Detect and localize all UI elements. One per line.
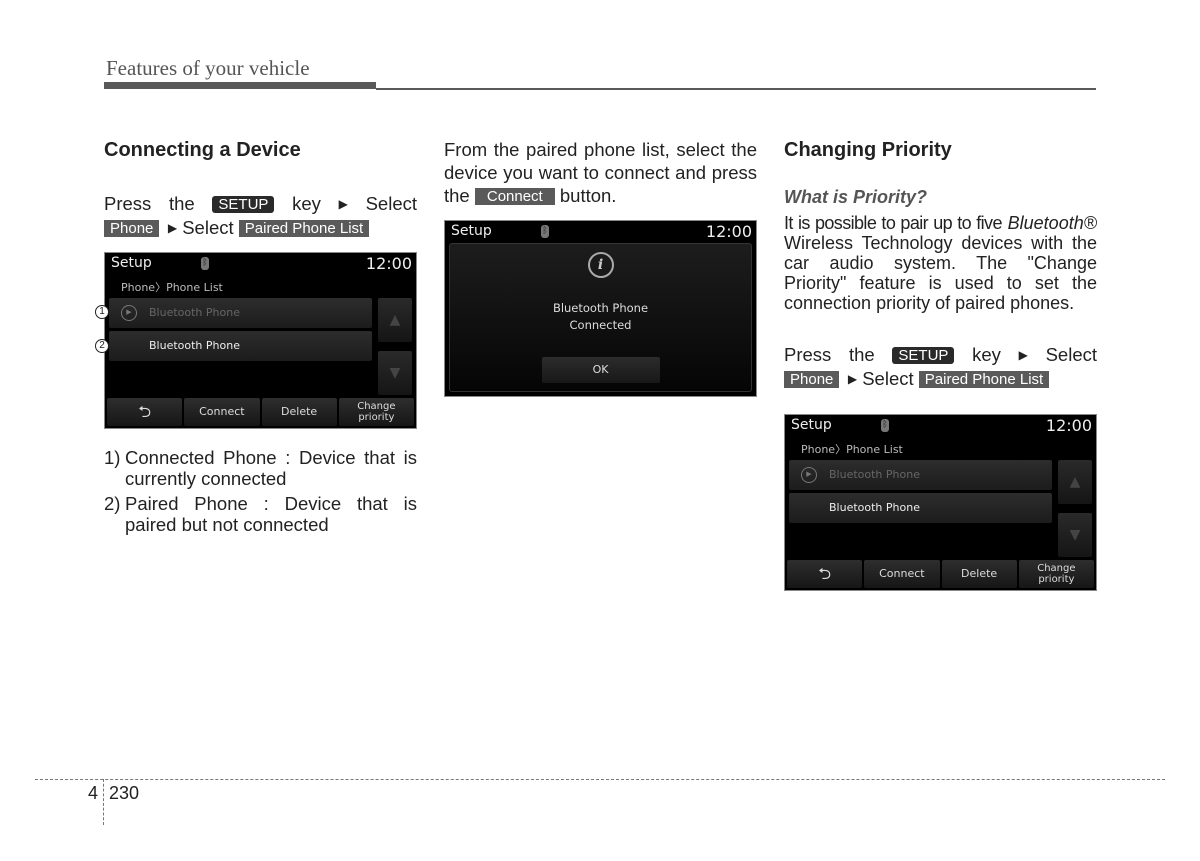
connect-button[interactable]: Connect: [184, 398, 260, 426]
info-icon: i: [587, 252, 614, 278]
footer-vertical-divider: [103, 779, 104, 825]
header-rule: [376, 88, 1096, 90]
screen-title: Setup: [791, 417, 832, 433]
scroll-up-button[interactable]: ▲: [1058, 460, 1092, 504]
text: Wireless Technology devices with the car…: [784, 233, 1097, 313]
screen-title: Setup: [451, 223, 492, 239]
text: Select: [365, 193, 417, 214]
bluetooth-icon: ᛒ: [201, 257, 209, 270]
list-item-label: Bluetooth Phone: [829, 501, 920, 514]
chapter-number: 4: [88, 783, 99, 803]
phone-list-screen: Setup ᛒ 12:00 Phone〉Phone List ▶ Bluetoo…: [104, 252, 417, 429]
clock: 12:00: [365, 254, 412, 273]
header-bar: [104, 82, 376, 89]
setup-key-badge: SETUP: [212, 196, 275, 213]
list-item-connected-phone[interactable]: ▶ Bluetooth Phone: [109, 298, 372, 328]
priority-paragraph: It is possible to pair up to five Blueto…: [784, 213, 1097, 313]
scroll-up-button[interactable]: ▲: [378, 298, 412, 342]
notes-list: 1) Connected Phone : Device that is curre…: [104, 447, 417, 535]
clock: 12:00: [705, 222, 752, 241]
text: Select: [1045, 344, 1097, 365]
dialog-message: Bluetooth Phone Connected: [450, 300, 751, 334]
play-icon: ▶: [121, 305, 137, 321]
list-item-label: Bluetooth Phone: [149, 306, 240, 319]
instruction-line-2: Phone ▶ Select Paired Phone List: [104, 216, 417, 240]
section-heading: Changing Priority: [784, 139, 952, 161]
play-icon: ▶: [801, 467, 817, 483]
note-item: 2) Paired Phone : Device that is paired b…: [104, 493, 417, 535]
paired-phone-list-badge: Paired Phone List: [238, 220, 370, 237]
note-text: Paired Phone : Device that is paired but…: [125, 493, 417, 535]
callout-1: 1: [95, 305, 109, 319]
header-title: Features of your vehicle: [106, 56, 310, 80]
text: key: [972, 344, 1001, 365]
footer-divider: [35, 779, 1165, 780]
clock: 12:00: [1045, 416, 1092, 435]
instruction-paragraph: From the paired phone list, select the d…: [444, 138, 757, 207]
list-item-paired-phone[interactable]: Bluetooth Phone: [109, 331, 372, 361]
bluetooth-trademark: Bluetooth®: [1007, 213, 1097, 233]
breadcrumb: Phone〉Phone List: [801, 443, 903, 456]
column-connect-instructions: From the paired phone list, select the d…: [444, 138, 757, 207]
instruction-line-1: Press the SETUP key ▶ Select: [104, 192, 417, 216]
list-item-label: Bluetooth Phone: [149, 339, 240, 352]
connect-key-badge: Connect: [474, 188, 555, 205]
arrow-right-icon: ▶: [338, 197, 348, 211]
ok-button[interactable]: OK: [541, 357, 660, 383]
arrow-right-icon: ▶: [1018, 348, 1028, 362]
bluetooth-icon: ᛒ: [541, 225, 549, 238]
label: priority: [358, 412, 395, 423]
delete-button[interactable]: Delete: [941, 560, 1017, 588]
column-changing-priority: Changing Priority What is Priority? It i…: [784, 138, 1097, 391]
message-line: Bluetooth Phone: [552, 301, 649, 315]
note-number: 1): [104, 447, 121, 468]
page-number: 230: [109, 783, 140, 803]
text: Select: [182, 217, 234, 238]
change-priority-button[interactable]: Change priority: [338, 398, 414, 426]
scroll-down-button[interactable]: ▼: [1058, 513, 1092, 557]
back-button[interactable]: ⮌: [107, 398, 183, 426]
note-item: 1) Connected Phone : Device that is curre…: [104, 447, 417, 489]
text: From the paired phone list, select the d…: [444, 139, 757, 183]
text: Press the: [784, 344, 875, 365]
column-connecting-device: Connecting a Device Press the SETUP key …: [104, 138, 417, 240]
arrow-right-icon: ▶: [844, 372, 858, 386]
label: Change: [357, 401, 396, 412]
list-item-paired-phone[interactable]: Bluetooth Phone: [789, 493, 1052, 523]
text: Select: [862, 368, 914, 389]
list-item-connected-phone[interactable]: ▶ Bluetooth Phone: [789, 460, 1052, 490]
arrow-right-icon: ▶: [164, 221, 178, 235]
paired-phone-list-badge: Paired Phone List: [918, 371, 1050, 388]
back-button[interactable]: ⮌: [787, 560, 863, 588]
phone-key-badge: Phone: [104, 220, 160, 237]
screen-title: Setup: [111, 255, 152, 271]
change-priority-button[interactable]: Change priority: [1018, 560, 1094, 588]
text: button.: [559, 185, 617, 206]
label: priority: [1038, 574, 1075, 585]
phone-list-screen-priority: Setup ᛒ 12:00 Phone〉Phone List ▶ Bluetoo…: [784, 414, 1097, 591]
breadcrumb: Phone〉Phone List: [121, 281, 223, 294]
callout-2: 2: [95, 339, 109, 353]
connect-button[interactable]: Connect: [864, 560, 940, 588]
note-number: 2): [104, 493, 121, 514]
scroll-down-button[interactable]: ▼: [378, 351, 412, 395]
instruction-line-2: Phone ▶ Select Paired Phone List: [784, 367, 1097, 391]
message-line: Connected: [569, 318, 632, 332]
connected-dialog-screen: Setup ᛒ 12:00 i Bluetooth Phone Connecte…: [444, 220, 757, 397]
list-item-label: Bluetooth Phone: [829, 468, 920, 481]
text: key: [292, 193, 321, 214]
setup-key-badge: SETUP: [892, 347, 955, 364]
phone-key-badge: Phone: [784, 371, 840, 388]
connected-dialog: i Bluetooth Phone Connected OK: [449, 243, 752, 392]
section-heading: Connecting a Device: [104, 139, 301, 161]
delete-button[interactable]: Delete: [261, 398, 337, 426]
note-text: Connected Phone : Device that is current…: [125, 447, 417, 489]
label: Change: [1037, 563, 1076, 574]
instruction-line-1: Press the SETUP key ▶ Select: [784, 343, 1097, 367]
subheading: What is Priority?: [784, 187, 928, 207]
text: Press the: [104, 193, 195, 214]
bluetooth-icon: ᛒ: [881, 419, 889, 432]
text: It is possible to pair up to five: [784, 213, 1002, 233]
